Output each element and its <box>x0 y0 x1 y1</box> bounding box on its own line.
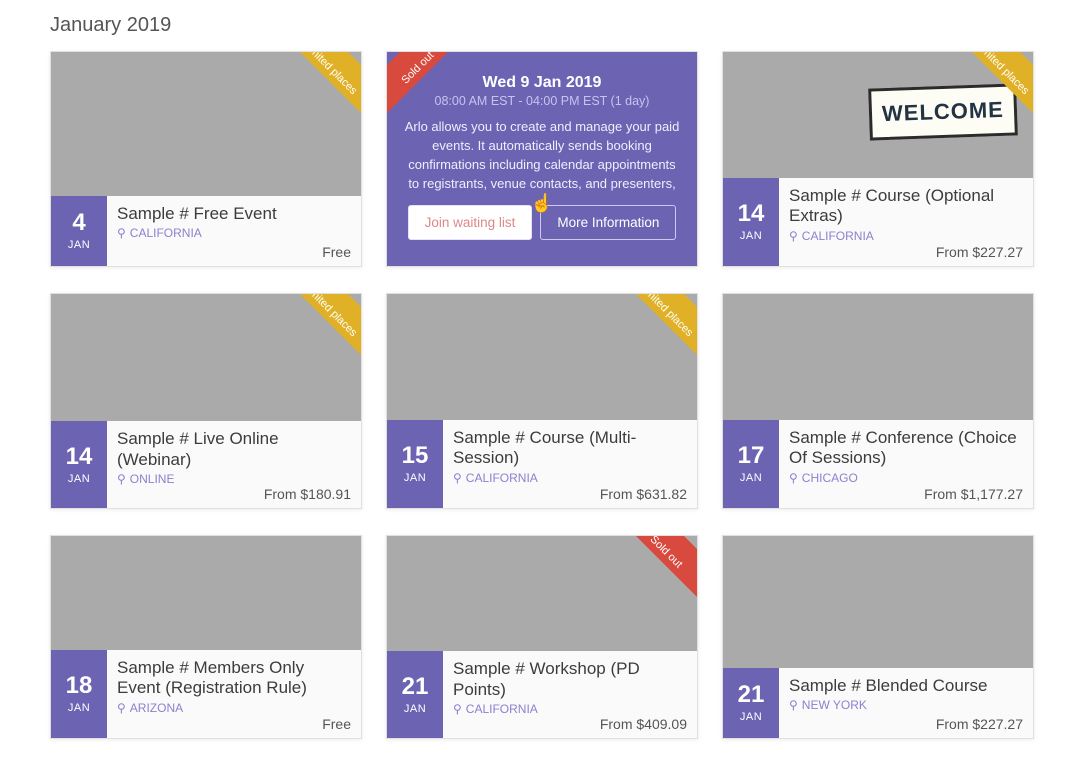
event-location-label: ARIZONA <box>130 701 183 715</box>
location-pin-icon: ⚲ <box>117 226 126 240</box>
event-location[interactable]: ⚲ ARIZONA <box>117 701 351 715</box>
more-information-button[interactable]: More Information <box>540 205 676 240</box>
event-card[interactable]: 21 JAN Sample # Blended Course ⚲ NEW YOR… <box>722 535 1034 739</box>
event-month: JAN <box>68 473 90 485</box>
event-location-label: ONLINE <box>130 472 175 486</box>
location-pin-icon: ⚲ <box>789 229 798 243</box>
event-day: 14 <box>738 202 765 226</box>
event-location[interactable]: ⚲ NEW YORK <box>789 698 1023 712</box>
welcome-sign: WELCOME <box>868 83 1018 140</box>
location-pin-icon: ⚲ <box>789 698 798 712</box>
event-title: Sample # Conference (Choice Of Sessions) <box>789 428 1023 469</box>
event-location-label: CALIFORNIA <box>802 229 874 243</box>
event-datebox: 21 JAN <box>387 651 443 738</box>
event-info: 18 JAN Sample # Members Only Event (Regi… <box>51 650 361 738</box>
event-datebox: 18 JAN <box>51 650 107 738</box>
location-pin-icon: ⚲ <box>453 702 462 716</box>
event-price: From $1,177.27 <box>924 486 1023 502</box>
event-info: 17 JAN Sample # Conference (Choice Of Se… <box>723 420 1033 508</box>
event-day: 17 <box>738 444 765 468</box>
event-month: JAN <box>404 703 426 715</box>
event-title: Sample # Blended Course <box>789 676 1023 696</box>
events-grid: Limited places 4 JAN Sample # Free Event… <box>50 51 1030 739</box>
event-price: From $631.82 <box>600 486 687 502</box>
event-card[interactable]: Sold out 21 JAN Sample # Workshop (PD Po… <box>386 535 698 739</box>
event-title: Sample # Members Only Event (Registratio… <box>117 658 351 699</box>
event-datebox: 14 JAN <box>723 178 779 266</box>
event-price: Free <box>322 244 351 260</box>
event-price: From $409.09 <box>600 716 687 732</box>
event-info: 14 JAN Sample # Course (Optional Extras)… <box>723 178 1033 266</box>
event-title: Sample # Course (Optional Extras) <box>789 186 1023 227</box>
event-info: 15 JAN Sample # Course (Multi-Session) ⚲… <box>387 420 697 508</box>
event-month: JAN <box>404 472 426 484</box>
join-waiting-list-button[interactable]: Join waiting list <box>408 205 533 240</box>
event-title: Sample # Live Online (Webinar) <box>117 429 351 470</box>
event-info: 4 JAN Sample # Free Event ⚲ CALIFORNIA F… <box>51 196 361 266</box>
event-title: Sample # Course (Multi-Session) <box>453 428 687 469</box>
event-datebox: 4 JAN <box>51 196 107 266</box>
event-time: 08:00 AM EST - 04:00 PM EST (1 day) <box>399 94 685 108</box>
event-location-label: CHICAGO <box>802 471 858 485</box>
event-location-label: CALIFORNIA <box>130 226 202 240</box>
event-location[interactable]: ⚲ CALIFORNIA <box>453 702 687 716</box>
event-datebox: 17 JAN <box>723 420 779 508</box>
event-card[interactable]: 17 JAN Sample # Conference (Choice Of Se… <box>722 293 1034 509</box>
event-day: 14 <box>66 445 93 469</box>
location-pin-icon: ⚲ <box>453 471 462 485</box>
event-datebox: 14 JAN <box>51 421 107 508</box>
location-pin-icon: ⚲ <box>789 471 798 485</box>
event-date: Wed 9 Jan 2019 <box>399 74 685 92</box>
event-price: From $180.91 <box>264 486 351 502</box>
event-month: JAN <box>68 702 90 714</box>
event-card[interactable]: Limited places 4 JAN Sample # Free Event… <box>50 51 362 267</box>
event-datebox: 21 JAN <box>723 668 779 738</box>
event-info: 14 JAN Sample # Live Online (Webinar) ⚲ … <box>51 421 361 508</box>
event-location[interactable]: ⚲ CALIFORNIA <box>453 471 687 485</box>
event-title: Sample # Free Event <box>117 204 351 224</box>
event-location-label: NEW YORK <box>802 698 867 712</box>
event-month: JAN <box>740 230 762 242</box>
event-title: Sample # Workshop (PD Points) <box>453 659 687 700</box>
event-month: JAN <box>740 472 762 484</box>
event-day: 4 <box>72 211 85 235</box>
event-price: From $227.27 <box>936 716 1023 732</box>
event-month: JAN <box>740 711 762 723</box>
location-pin-icon: ⚲ <box>117 701 126 715</box>
event-location[interactable]: ⚲ CHICAGO <box>789 471 1023 485</box>
event-card[interactable]: WELCOME Limited places 14 JAN Sample # C… <box>722 51 1034 267</box>
event-card[interactable]: Limited places 15 JAN Sample # Course (M… <box>386 293 698 509</box>
event-location[interactable]: ⚲ CALIFORNIA <box>789 229 1023 243</box>
event-day: 15 <box>402 444 429 468</box>
event-month: JAN <box>68 239 90 251</box>
page-title: January 2019 <box>50 14 1030 37</box>
event-card[interactable]: 18 JAN Sample # Members Only Event (Regi… <box>50 535 362 739</box>
event-day: 18 <box>66 674 93 698</box>
event-day: 21 <box>402 675 429 699</box>
location-pin-icon: ⚲ <box>117 472 126 486</box>
event-info: 21 JAN Sample # Workshop (PD Points) ⚲ C… <box>387 651 697 738</box>
event-info: 21 JAN Sample # Blended Course ⚲ NEW YOR… <box>723 668 1033 738</box>
event-card[interactable]: Limited places 14 JAN Sample # Live Onli… <box>50 293 362 509</box>
event-description: Arlo allows you to create and manage you… <box>399 118 685 193</box>
event-datebox: 15 JAN <box>387 420 443 508</box>
event-location-label: CALIFORNIA <box>466 471 538 485</box>
event-card-expanded[interactable]: Sold out Wed 9 Jan 2019 08:00 AM EST - 0… <box>386 51 698 267</box>
event-price: From $227.27 <box>936 244 1023 260</box>
event-day: 21 <box>738 683 765 707</box>
event-price: Free <box>322 716 351 732</box>
event-location-label: CALIFORNIA <box>466 702 538 716</box>
event-location[interactable]: ⚲ ONLINE <box>117 472 351 486</box>
event-location[interactable]: ⚲ CALIFORNIA <box>117 226 351 240</box>
